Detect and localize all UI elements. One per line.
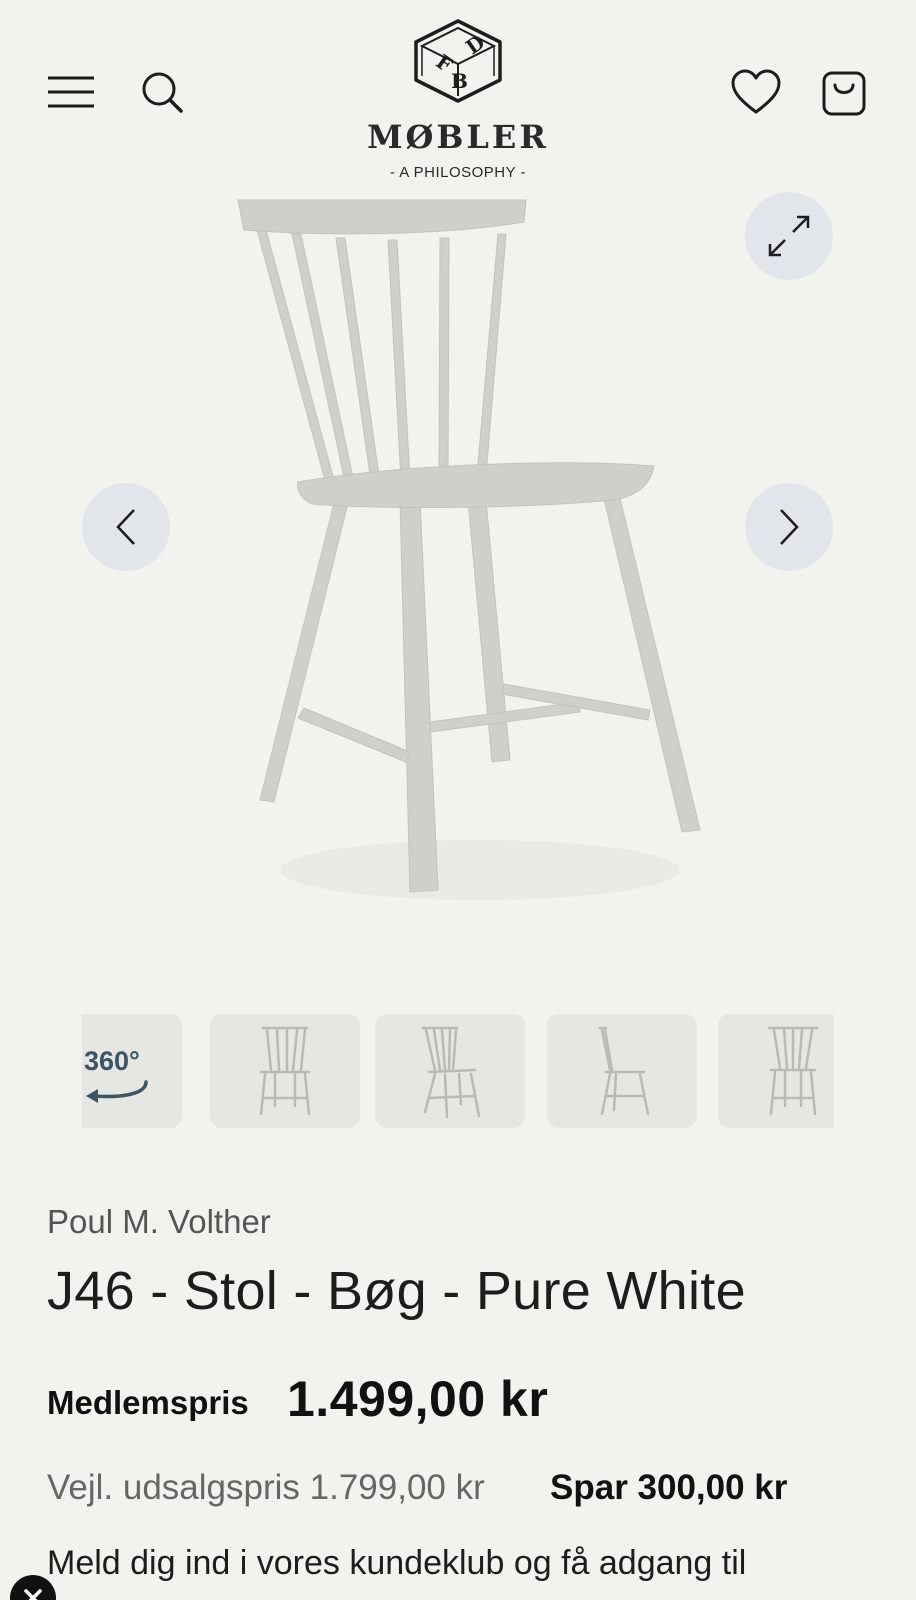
product-designer[interactable]: Poul M. Volther — [47, 1203, 271, 1241]
thumbnail-angle[interactable] — [375, 1014, 525, 1128]
logo-cube-icon: F D B — [414, 19, 502, 103]
logo-letter-b: B — [451, 69, 468, 93]
previous-image-button[interactable] — [82, 483, 170, 571]
product-image[interactable] — [230, 190, 730, 910]
product-gallery[interactable] — [0, 180, 916, 990]
product-title: J46 - Stol - Bøg - Pure White — [47, 1261, 746, 1321]
thumbnail-side[interactable] — [547, 1014, 697, 1128]
thumbnail-front[interactable] — [210, 1014, 360, 1128]
expand-icon — [768, 215, 810, 257]
logo-tagline: - A PHILOSOPHY - — [389, 164, 527, 181]
thumbnail-360[interactable]: 360° — [82, 1014, 182, 1128]
search-icon — [142, 72, 183, 113]
thumbnail-strip[interactable]: 360° — [82, 1014, 834, 1128]
chair-side-icon — [598, 1026, 650, 1116]
close-icon — [24, 1589, 42, 1600]
chair-back-icon — [767, 1026, 819, 1116]
thumbnail-back[interactable] — [718, 1014, 834, 1128]
retail-price: Vejl. udsalgspris 1.799,00 kr — [47, 1468, 485, 1507]
rotate-360-icon — [86, 1080, 148, 1103]
chevron-right-icon — [780, 509, 799, 545]
search-button[interactable] — [138, 68, 186, 116]
menu-button[interactable] — [44, 70, 98, 114]
bag-icon — [822, 71, 866, 116]
chevron-left-icon — [116, 509, 135, 545]
menu-icon — [48, 76, 94, 108]
heart-icon — [731, 69, 781, 114]
wishlist-button[interactable] — [728, 66, 784, 118]
chair-front-icon — [259, 1026, 311, 1116]
product-page: F D B MØBLER - A PHILOSOPHY - 360° Poul … — [0, 0, 916, 1600]
member-price: 1.499,00 kr — [287, 1371, 549, 1427]
member-price-label: Medlemspris — [47, 1384, 249, 1421]
header: F D B MØBLER - A PHILOSOPHY - — [0, 0, 916, 181]
club-signup-text: Meld dig ind i vores kundeklub og få adg… — [47, 1544, 747, 1582]
cart-button[interactable] — [818, 66, 870, 120]
thumbnail-360-label: 360° — [84, 1046, 140, 1076]
fdb-logo[interactable]: F D B MØBLER - A PHILOSOPHY - — [340, 14, 576, 181]
logo-name: MØBLER — [367, 118, 549, 156]
chair-angle-icon — [421, 1026, 481, 1118]
fullscreen-button[interactable] — [745, 192, 833, 280]
savings-amount: Spar 300,00 kr — [550, 1468, 788, 1507]
next-image-button[interactable] — [745, 483, 833, 571]
